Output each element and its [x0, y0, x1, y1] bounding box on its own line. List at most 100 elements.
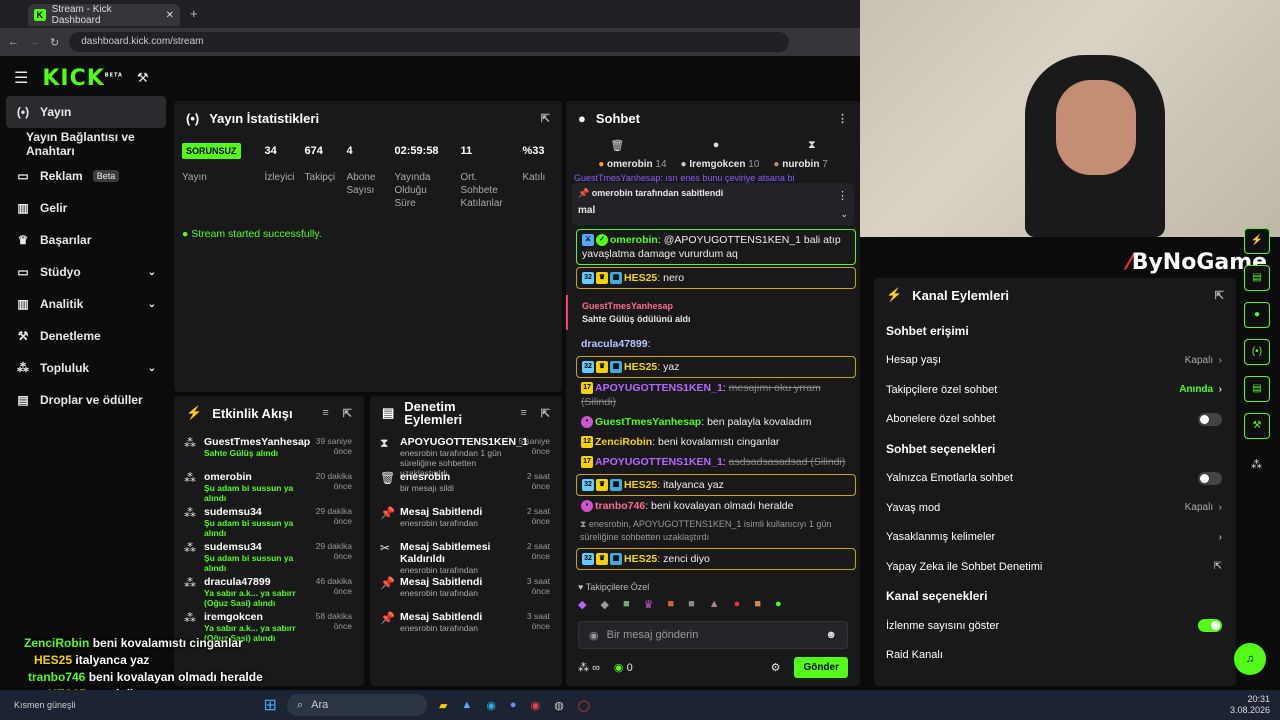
toggle[interactable]	[1198, 619, 1222, 633]
emote-icon[interactable]: ●	[775, 598, 782, 611]
weather[interactable]: Kısmen güneşli	[14, 700, 76, 710]
opera-icon[interactable]: ◯	[578, 699, 590, 712]
menu-icon[interactable]: ☰	[14, 68, 28, 88]
setting-row[interactable]: Raid Kanalı	[874, 641, 1236, 671]
sidebar-item[interactable]: ▥ Analitik ⌄	[0, 288, 172, 320]
leader-item[interactable]: ● Iremgokcen 10	[681, 159, 760, 170]
emote-icon[interactable]: ◆	[600, 598, 608, 611]
popout-icon[interactable]: ⇱	[541, 112, 550, 125]
clock[interactable]: 20:31 3.08.2026	[1230, 694, 1270, 716]
emote-picker-icon[interactable]: ◉	[589, 629, 599, 642]
back-icon[interactable]: ←	[8, 36, 19, 48]
chat-message[interactable]: 12 ZenciRobin: beni kovalamıstı cinganlar	[576, 432, 856, 452]
new-tab-icon[interactable]: +	[190, 6, 198, 21]
feed-item[interactable]: ⁂ sudemsu34 Şu adam bi sussun ya alındı 29 …	[174, 500, 364, 538]
edge-icon[interactable]: ◉	[486, 699, 496, 712]
sidebar-item[interactable]: ⚒ Denetleme	[0, 320, 172, 352]
points[interactable]: ◉ 0	[614, 661, 633, 674]
chat-message[interactable]: 32 ♛ ▦ HES25: zenci diyo	[576, 548, 856, 570]
sidebar-item[interactable]: ▥ Gelir	[0, 192, 172, 224]
chat-message[interactable]: 17 APOYUGOTTENS1KEN_1: mesajımı oku yrram…	[576, 378, 856, 412]
list-icon[interactable]: ▤	[1244, 376, 1270, 402]
app-icon[interactable]: ▲	[461, 699, 472, 711]
toggle[interactable]	[1198, 471, 1222, 485]
bolt-icon[interactable]: ⚡	[1244, 228, 1270, 254]
hourglass-icon[interactable]: ⧗	[808, 139, 816, 152]
broadcast-icon[interactable]: (•)	[1244, 339, 1270, 365]
chrome-icon[interactable]: ◉	[531, 699, 541, 712]
taskbar-search[interactable]: ⌕ Ara	[286, 694, 427, 716]
sidebar-item[interactable]: ⁂ Topluluk ⌄	[0, 352, 172, 384]
feed-item[interactable]: ⁂ omerobin Şu adam bi sussun ya alındı 20 d…	[174, 465, 364, 503]
feed-item[interactable]: 🗑 enesrobin bir mesajı sildi 2 saat önce	[370, 465, 562, 500]
list-icon[interactable]: ▤	[1244, 265, 1270, 291]
emote-icon[interactable]: ■	[688, 598, 695, 611]
filter-icon[interactable]: ≡	[322, 407, 328, 420]
chat-message[interactable]: 17 APOYUGOTTENS1KEN_1: asdsadsasadsad (Si…	[576, 452, 856, 472]
kick-logo[interactable]: KICKBETA	[42, 66, 123, 91]
popout-icon[interactable]: ⇱	[1215, 289, 1224, 302]
more-icon[interactable]: ⋮	[837, 189, 848, 202]
sidebar-item[interactable]: ♛ Başarılar	[0, 224, 172, 256]
sidebar-item[interactable]: Yayın Bağlantısı ve Anahtarı	[0, 128, 172, 160]
setting-row[interactable]: Hesap yaşı Kapalı ›	[874, 346, 1236, 376]
emote-icon[interactable]: ▲	[709, 598, 720, 611]
sidebar-item[interactable]: ▤ Droplar ve ödüller	[0, 384, 172, 416]
chevron-down-icon[interactable]: ⌄	[148, 267, 156, 278]
setting-row[interactable]: Yapay Zeka ile Sohbet Denetimi ⇱	[874, 552, 1236, 582]
chat-input[interactable]: ◉ Bir mesaj gönderin ☻	[578, 621, 848, 649]
send-button[interactable]: Gönder	[794, 657, 848, 678]
setting-row[interactable]: Yalnızca Emotlarla sohbet	[874, 464, 1236, 494]
windows-start-icon[interactable]: ⊞	[264, 695, 277, 715]
feed-item[interactable]: ⁂ iremgokcen Ya sabır a.k... ya sabırr (Oğ…	[174, 605, 364, 643]
chat-bubble-icon[interactable]: ●	[713, 139, 720, 152]
filter-icon[interactable]: ≡	[520, 407, 526, 420]
chat-message[interactable]: 32 ♛ ▦ HES25: yaz	[576, 356, 856, 378]
feed-item[interactable]: 📌 Mesaj Sabitlendi enesrobin tarafından 2 s…	[370, 500, 562, 535]
wrench-icon[interactable]: ⚒	[1244, 413, 1270, 439]
users-icon[interactable]: ⁂ ∞	[578, 661, 600, 674]
chevron-down-icon[interactable]: ⌄	[148, 299, 156, 310]
chat-message[interactable]: • tranbo746: beni kovalayan olmadı herald…	[576, 496, 856, 516]
more-icon[interactable]: ⋮	[837, 112, 848, 125]
url-field[interactable]: dashboard.kick.com/stream	[69, 32, 790, 52]
chevron-down-icon[interactable]: ⌄	[148, 363, 156, 374]
users-icon[interactable]: ⁂	[1251, 458, 1262, 471]
pinned-message[interactable]: 📌 omerobin tarafından sabitlendi mal ⋮ ⌄	[572, 183, 854, 225]
forward-icon[interactable]: →	[29, 36, 40, 48]
setting-row[interactable]: İzlenme sayısını göster	[874, 611, 1236, 641]
close-tab-icon[interactable]: ✕	[166, 10, 174, 21]
emote-icon[interactable]: ♛	[644, 598, 654, 611]
leader-item[interactable]: ● omerobin 14	[598, 159, 666, 170]
emote-icon[interactable]: ■	[623, 598, 630, 611]
emote-icon[interactable]: ■	[754, 598, 761, 611]
feed-item[interactable]: ⧗ APOYUGOTTENS1KEN_1 enesrobin tarafından …	[370, 430, 562, 478]
obs-icon[interactable]: ◍	[554, 699, 564, 712]
chat-message[interactable]: dracula47899:	[576, 334, 856, 354]
chevron-down-icon[interactable]: ⌄	[840, 209, 848, 220]
leader-item[interactable]: ● nurobin 7	[773, 159, 827, 170]
tools-icon[interactable]: ⚒	[137, 70, 149, 86]
emote-icon[interactable]: ■	[667, 598, 674, 611]
setting-row[interactable]: Yavaş mod Kapalı ›	[874, 493, 1236, 523]
help-icon[interactable]: ♫	[1234, 643, 1266, 675]
emote-icon[interactable]: ◆	[578, 598, 586, 611]
trash-icon[interactable]: 🗑	[610, 139, 624, 152]
chat-message[interactable]: • GuestTmesYanhesap: ben palayla kovaladı…	[576, 412, 856, 432]
popout-icon[interactable]: ⇱	[541, 407, 550, 420]
reload-icon[interactable]: ↻	[50, 36, 59, 49]
settings-icon[interactable]: ⚙	[771, 661, 781, 674]
setting-row[interactable]: Abonelere özel sohbet	[874, 405, 1236, 435]
discord-icon[interactable]: ●	[510, 699, 517, 711]
chat-message[interactable]: 32 ♛ ▦ HES25: italyanca yaz	[576, 474, 856, 496]
chat-message[interactable]: ⚔ ✓ omerobin: @APOYUGOTTENS1KEN_1 bali atı…	[576, 229, 856, 265]
smile-icon[interactable]: ☻	[825, 629, 837, 641]
feed-item[interactable]: ⁂ GuestTmesYanhesap Sahte Gülüş alındı 39 s…	[174, 430, 364, 465]
sidebar-item[interactable]: ▭ Reklam Beta	[0, 160, 172, 192]
setting-row[interactable]: Takipçilere özel sohbet Anında ›	[874, 375, 1236, 405]
chat-message[interactable]: 32 ♛ ▦ HES25: nero	[576, 267, 856, 289]
emote-icon[interactable]: ●	[734, 598, 741, 611]
chat-icon[interactable]: ●	[1244, 302, 1270, 328]
folder-icon[interactable]: ▰	[439, 699, 447, 712]
popout-icon[interactable]: ⇱	[343, 407, 352, 420]
